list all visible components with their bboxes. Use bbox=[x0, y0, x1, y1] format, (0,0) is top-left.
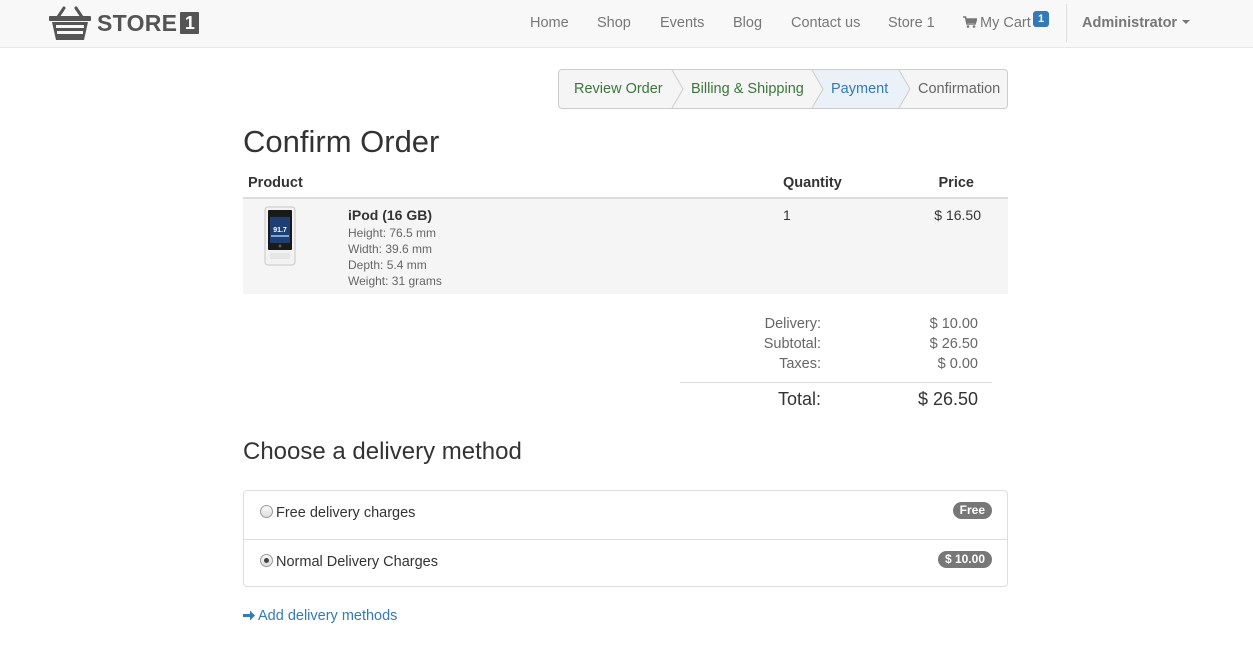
brand-name: STORE bbox=[97, 9, 178, 36]
taxes-amount: $ 0.00 bbox=[937, 356, 978, 372]
user-menu-dropdown[interactable]: Administrator bbox=[1082, 0, 1191, 48]
nav-events[interactable]: Events bbox=[660, 0, 704, 48]
product-attribute-height: Height: 76.5 mm bbox=[348, 226, 437, 240]
product-image-ipod[interactable]: 91.7 bbox=[264, 206, 296, 266]
product-attribute-depth: Depth: 5.4 mm bbox=[348, 258, 427, 272]
nav-home[interactable]: Home bbox=[530, 0, 569, 48]
user-name: Administrator bbox=[1082, 15, 1178, 31]
cart-count-badge: 1 bbox=[1033, 11, 1050, 27]
basket-icon bbox=[49, 6, 91, 40]
total-label: Total: bbox=[777, 389, 821, 409]
delivery-method-list: Free delivery charges Free Normal Delive… bbox=[243, 490, 1008, 587]
page-title: Confirm Order bbox=[243, 124, 440, 159]
column-header-quantity: Quantity bbox=[783, 175, 842, 191]
shopping-cart-icon bbox=[963, 16, 977, 28]
nav-my-cart[interactable]: My Cart bbox=[963, 0, 1031, 48]
delivery-option-normal[interactable]: Normal Delivery Charges $ 10.00 bbox=[244, 539, 1007, 587]
delivery-amount: $ 10.00 bbox=[929, 316, 978, 332]
caret-down-icon bbox=[1182, 20, 1191, 25]
radio-free-delivery[interactable] bbox=[260, 505, 273, 518]
brand-logo[interactable]: STORE 1 bbox=[48, 5, 200, 41]
brand-number: 1 bbox=[180, 12, 200, 34]
delivery-option-label: Free delivery charges bbox=[276, 505, 416, 521]
chevron-separator-icon bbox=[811, 70, 824, 108]
taxes-label: Taxes: bbox=[779, 356, 821, 372]
chevron-separator-icon bbox=[671, 70, 684, 108]
nav-store-1[interactable]: Store 1 bbox=[888, 0, 935, 48]
product-screen-text: 91.7 bbox=[273, 227, 287, 234]
total-amount: $ 26.50 bbox=[917, 389, 978, 409]
add-delivery-methods-label: Add delivery methods bbox=[258, 608, 398, 624]
delivery-option-free[interactable]: Free delivery charges Free bbox=[244, 491, 1007, 539]
product-attribute-width: Width: 39.6 mm bbox=[348, 242, 433, 256]
wizard-step-billing-shipping[interactable]: Billing & Shipping bbox=[691, 70, 804, 108]
totals-divider bbox=[680, 382, 992, 383]
nav-divider bbox=[1066, 4, 1067, 42]
product-quantity: 1 bbox=[783, 207, 791, 223]
product-attribute-weight: Weight: 31 grams bbox=[348, 274, 442, 288]
nav-shop[interactable]: Shop bbox=[597, 0, 631, 48]
radio-normal-delivery[interactable] bbox=[260, 554, 273, 567]
subtotal-label: Subtotal: bbox=[763, 336, 821, 352]
product-price: $ 16.50 bbox=[934, 207, 981, 223]
delivery-price-badge: $ 10.00 bbox=[937, 551, 992, 568]
delivery-section-title: Choose a delivery method bbox=[243, 438, 522, 465]
column-header-price: Price bbox=[938, 175, 974, 191]
delivery-option-label: Normal Delivery Charges bbox=[276, 554, 438, 570]
nav-blog[interactable]: Blog bbox=[733, 0, 762, 48]
arrow-right-icon bbox=[243, 610, 255, 621]
subtotal-amount: $ 26.50 bbox=[929, 336, 978, 352]
chevron-separator-icon bbox=[898, 70, 911, 108]
wizard-step-payment[interactable]: Payment bbox=[831, 70, 888, 108]
nav-contact-us[interactable]: Contact us bbox=[791, 0, 860, 48]
add-delivery-methods-link[interactable]: Add delivery methods bbox=[243, 608, 397, 624]
delivery-price-badge: Free bbox=[952, 502, 992, 519]
cart-label: My Cart bbox=[980, 15, 1031, 31]
top-navbar: STORE 1 Home Shop Events Blog Contact us… bbox=[0, 0, 1253, 48]
checkout-wizard: Review Order Billing & Shipping Payment … bbox=[558, 69, 1008, 109]
product-name: iPod (16 GB) bbox=[348, 207, 433, 223]
delivery-label: Delivery: bbox=[764, 316, 821, 332]
column-header-product: Product bbox=[248, 175, 303, 191]
wizard-step-confirmation[interactable]: Confirmation bbox=[918, 70, 1000, 108]
wizard-step-review-order[interactable]: Review Order bbox=[574, 70, 663, 108]
